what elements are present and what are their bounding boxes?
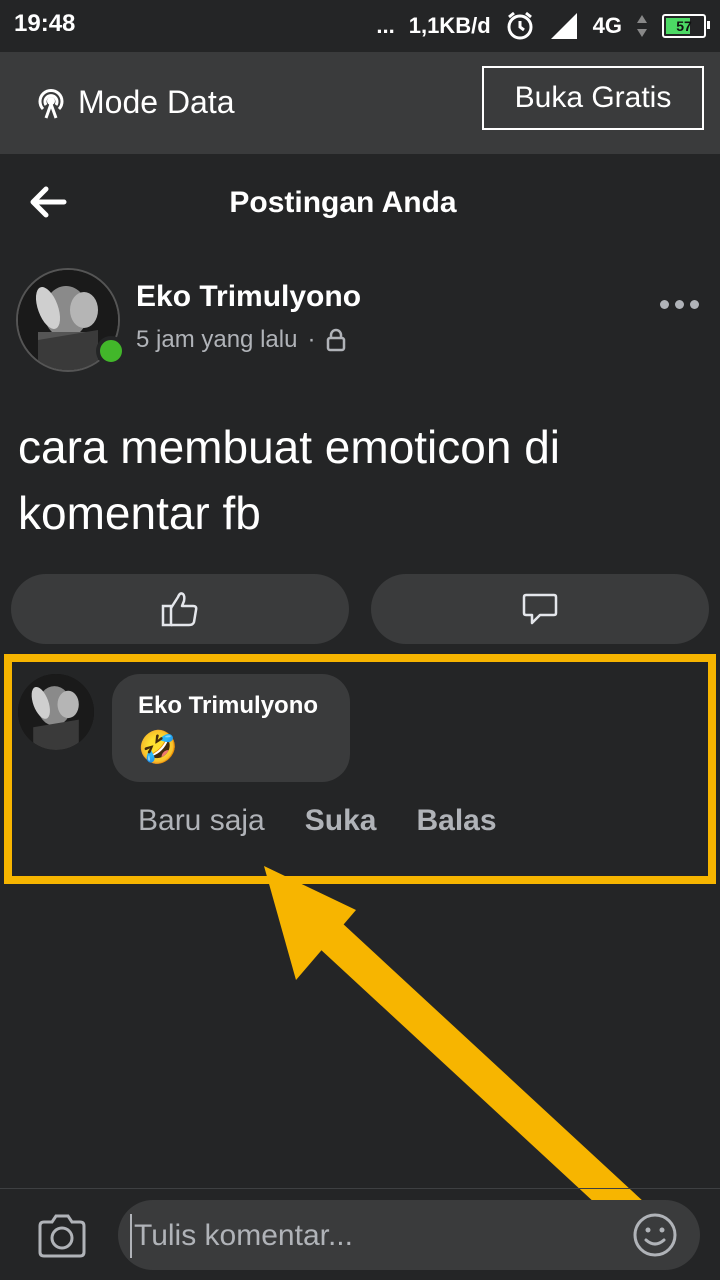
- meta-separator: ·: [307, 326, 316, 353]
- data-arrows-icon: [637, 15, 647, 37]
- comment-button[interactable]: [371, 574, 709, 644]
- camera-icon[interactable]: [36, 1214, 88, 1258]
- online-status-dot: [96, 336, 126, 366]
- mode-data-text: Mode Data: [78, 84, 235, 120]
- page-title: Postingan Anda: [229, 186, 457, 219]
- post-meta: 5 jam yang lalu ·: [136, 326, 347, 354]
- battery-level: 57: [676, 18, 692, 34]
- comment-highlight-box: [4, 654, 716, 884]
- smiley-icon[interactable]: [632, 1212, 678, 1258]
- comment-reply-button[interactable]: Balas: [416, 804, 496, 838]
- comment-input[interactable]: [130, 1214, 614, 1258]
- radio-tower-icon: [38, 88, 64, 119]
- composer-divider: [0, 1188, 720, 1189]
- comment-author-name[interactable]: Eko Trimulyono: [138, 692, 318, 720]
- comment-emoji: 🤣: [138, 729, 178, 765]
- post-time[interactable]: 5 jam yang lalu: [136, 326, 297, 354]
- buka-gratis-button[interactable]: Buka Gratis: [482, 66, 704, 130]
- status-right: ... 1,1KB/d 4G 57: [376, 6, 710, 46]
- status-dots: ...: [376, 13, 395, 38]
- lock-icon: [327, 328, 346, 352]
- comment-icon: [522, 593, 558, 625]
- more-options-icon[interactable]: [660, 296, 700, 312]
- status-network: 4G: [592, 13, 622, 38]
- status-bar: 19:48 ... 1,1KB/d 4G 57: [0, 0, 720, 52]
- signal-icon: [550, 13, 577, 39]
- comment-like-button[interactable]: Suka: [305, 804, 377, 838]
- post-text: cara membuat emoticon di komentar fb: [18, 421, 561, 539]
- status-speed: 1,1KB/d: [408, 13, 491, 38]
- avatar-image-small: [18, 674, 94, 750]
- like-icon: [161, 592, 198, 627]
- battery-icon: 57: [662, 14, 710, 38]
- post-author-name[interactable]: Eko Trimulyono: [136, 280, 361, 314]
- alarm-icon: [507, 11, 533, 40]
- comment-time: Baru saja: [138, 804, 265, 837]
- mode-data-label: Mode Data: [34, 84, 235, 121]
- status-time: 19:48: [14, 10, 76, 37]
- commenter-avatar[interactable]: [18, 674, 94, 750]
- comment-actions: Baru saja Suka Balas: [138, 804, 497, 838]
- like-button[interactable]: [11, 574, 349, 644]
